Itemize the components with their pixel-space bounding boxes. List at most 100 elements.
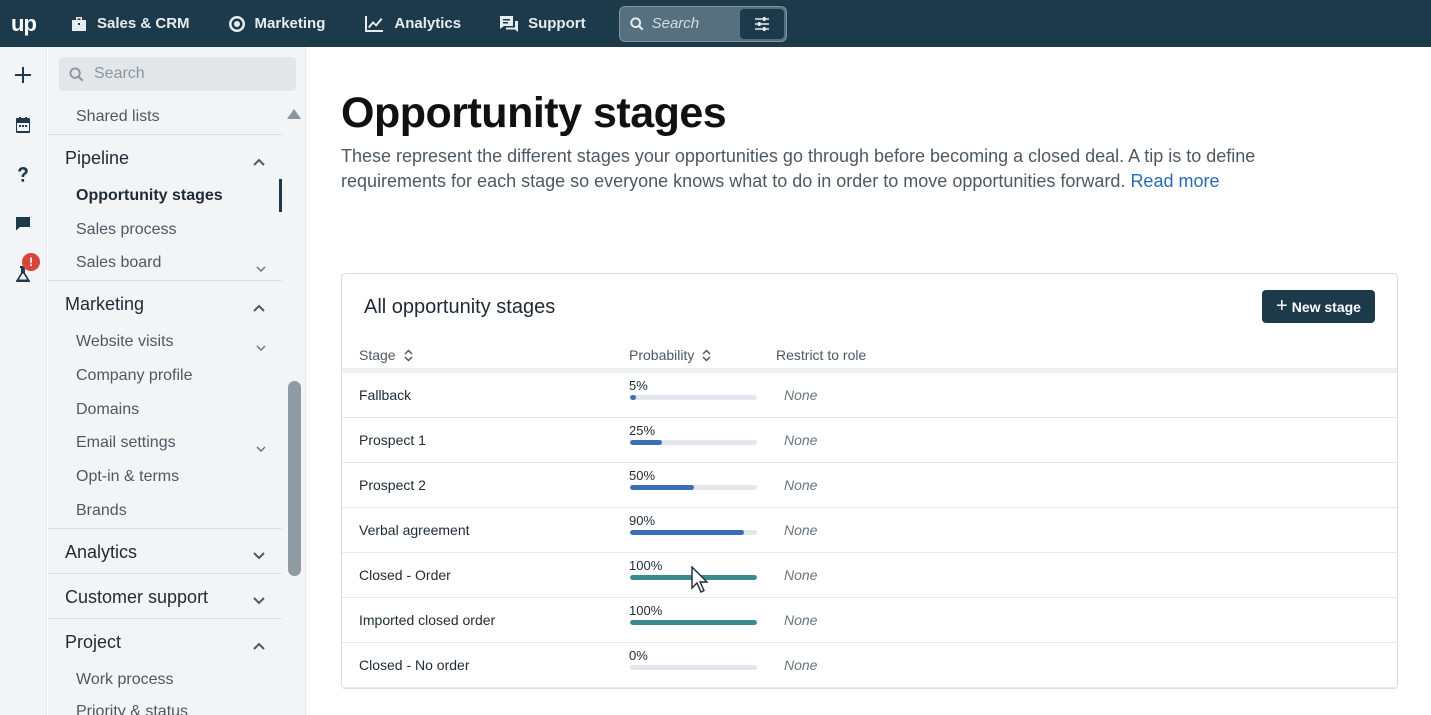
sort-icon xyxy=(404,348,413,362)
plus-icon: + xyxy=(1276,294,1288,317)
sidebar-item-work-process[interactable]: Work process xyxy=(76,671,174,689)
table-row[interactable]: Imported closed order 100% None xyxy=(342,598,1397,643)
restrict-role-value: None xyxy=(784,432,818,448)
nav-analytics-label: Analytics xyxy=(394,15,462,32)
sidebar-scrollbar-thumb[interactable] xyxy=(288,381,301,576)
stage-name: Prospect 2 xyxy=(359,477,426,493)
probability-bar-fill xyxy=(630,530,745,535)
probability-value: 90% xyxy=(629,513,656,528)
page-description-text: These represent the different stages you… xyxy=(341,146,1256,191)
column-header-restrict-label: Restrict to role xyxy=(776,347,867,363)
global-search-placeholder: Search xyxy=(651,15,700,32)
column-header-restrict: Restrict to role xyxy=(776,347,866,363)
create-button[interactable] xyxy=(10,62,36,88)
chevron-up-icon[interactable] xyxy=(253,153,265,166)
sidebar-item-email-settings[interactable]: Email settings xyxy=(76,434,176,452)
stage-name: Prospect 1 xyxy=(359,432,426,448)
restrict-role-value: None xyxy=(784,522,818,538)
table-row[interactable]: Prospect 2 50% None xyxy=(342,463,1397,508)
stage-name: Verbal agreement xyxy=(359,522,470,538)
sidebar-item-shared-lists[interactable]: Shared lists xyxy=(76,108,160,126)
chevron-up-icon[interactable] xyxy=(253,637,265,650)
chevron-down-icon[interactable] xyxy=(256,439,266,453)
chat-bubbles-icon xyxy=(500,15,519,32)
search-filter-button[interactable] xyxy=(739,8,784,39)
probability-value: 100% xyxy=(629,603,663,618)
table-row[interactable]: Closed - No order 0% None xyxy=(342,643,1397,688)
help-button[interactable] xyxy=(10,162,36,188)
sidebar-section-marketing[interactable]: Marketing xyxy=(65,294,144,315)
chevron-down-icon[interactable] xyxy=(256,338,266,352)
sidebar-item-website-visits[interactable]: Website visits xyxy=(76,333,174,351)
sidebar-section-analytics[interactable]: Analytics xyxy=(65,542,137,563)
chevron-down-icon[interactable] xyxy=(253,592,265,605)
stage-name: Imported closed order xyxy=(359,612,496,628)
table-row[interactable]: Fallback 5% None xyxy=(342,373,1397,418)
table-row[interactable]: Verbal agreement 90% None xyxy=(342,508,1397,553)
column-header-stage[interactable]: Stage xyxy=(359,347,413,363)
app-logo[interactable]: up xyxy=(0,0,47,47)
active-item-indicator xyxy=(279,179,282,212)
restrict-role-value: None xyxy=(784,567,818,583)
stage-name: Fallback xyxy=(359,387,412,403)
sidebar-search-input[interactable]: Search xyxy=(59,57,296,91)
table-row[interactable]: Closed - Order 100% None xyxy=(342,553,1397,598)
top-navbar: up Sales & CRM Marketing Analytics Suppo… xyxy=(0,0,1431,47)
nav-marketing[interactable]: Marketing xyxy=(209,0,345,47)
chevron-down-icon[interactable] xyxy=(253,547,265,560)
nav-support[interactable]: Support xyxy=(480,0,605,47)
nav-sales-crm[interactable]: Sales & CRM xyxy=(51,0,209,47)
calendar-button[interactable] xyxy=(10,112,36,138)
sidebar-item-sales-board[interactable]: Sales board xyxy=(76,254,161,272)
briefcase-icon xyxy=(72,16,86,31)
sidebar-divider xyxy=(48,134,282,135)
sidebar-item-brands[interactable]: Brands xyxy=(76,502,127,520)
probability-bar xyxy=(630,395,757,400)
stages-card: All opportunity stages + New stage Stage… xyxy=(341,273,1398,689)
sidebar-item-company-profile[interactable]: Company profile xyxy=(76,367,193,385)
sidebar-item-domains[interactable]: Domains xyxy=(76,401,139,419)
table-row[interactable]: Prospect 1 25% None xyxy=(342,418,1397,463)
sliders-icon xyxy=(754,16,769,31)
sort-icon xyxy=(702,348,711,362)
chat-button[interactable] xyxy=(10,211,36,237)
read-more-link[interactable]: Read more xyxy=(1130,171,1219,191)
probability-bar xyxy=(630,485,757,490)
sidebar-section-project[interactable]: Project xyxy=(65,632,121,653)
global-search-input[interactable]: Search xyxy=(618,5,787,42)
new-stage-label: New stage xyxy=(1291,298,1361,315)
new-stage-button[interactable]: + New stage xyxy=(1262,290,1375,323)
probability-bar xyxy=(630,620,757,625)
sidebar-item-sales-process[interactable]: Sales process xyxy=(76,221,177,239)
stage-name: Closed - No order xyxy=(359,657,470,673)
sidebar-divider xyxy=(48,573,282,574)
chevron-down-icon[interactable] xyxy=(256,259,266,273)
sidebar-item-opportunity-stages[interactable]: Opportunity stages xyxy=(76,187,223,205)
column-header-probability[interactable]: Probability xyxy=(629,347,711,363)
chat-icon xyxy=(16,217,30,231)
target-icon xyxy=(228,15,245,32)
nav-support-label: Support xyxy=(528,15,586,32)
calendar-icon xyxy=(16,117,30,133)
search-icon xyxy=(69,66,84,81)
probability-bar xyxy=(630,530,757,535)
nav-sales-crm-label: Sales & CRM xyxy=(97,15,190,32)
sidebar-item-optin-terms[interactable]: Opt-in & terms xyxy=(76,468,179,486)
scroll-up-arrow[interactable] xyxy=(287,109,301,119)
sidebar-divider xyxy=(48,528,282,529)
chevron-up-icon[interactable] xyxy=(253,299,265,312)
probability-value: 25% xyxy=(629,423,656,438)
sidebar-section-pipeline[interactable]: Pipeline xyxy=(65,148,129,169)
probability-value: 100% xyxy=(629,558,663,573)
main-content: Opportunity stages These represent the d… xyxy=(307,47,1431,715)
probability-bar-fill xyxy=(630,620,757,625)
nav-analytics[interactable]: Analytics xyxy=(344,0,480,47)
settings-sidebar: Search Shared lists Pipeline Opportunity… xyxy=(48,47,306,715)
probability-value: 50% xyxy=(629,468,656,483)
sidebar-item-priority-status[interactable]: Priority & status xyxy=(76,703,188,715)
sidebar-section-customer-support[interactable]: Customer support xyxy=(65,587,208,608)
nav-marketing-label: Marketing xyxy=(254,15,326,32)
stage-name: Closed - Order xyxy=(359,567,451,583)
probability-value: 0% xyxy=(629,648,648,663)
chart-line-icon xyxy=(365,15,384,32)
